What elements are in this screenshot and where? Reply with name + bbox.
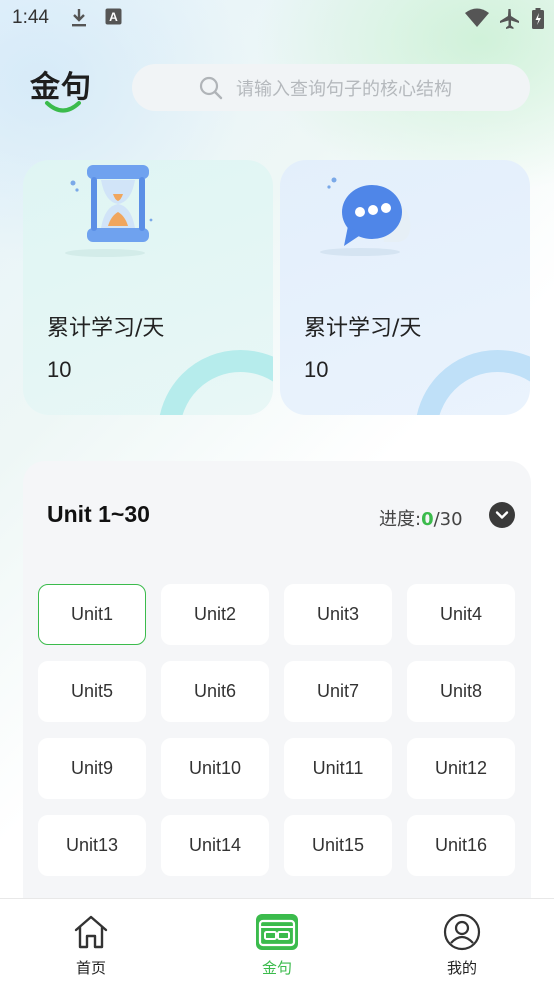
chevron-down-icon	[495, 511, 509, 519]
stat-value: 10	[47, 357, 72, 382]
card-icon	[256, 914, 298, 950]
nav-item-profile[interactable]: 我的	[412, 913, 512, 978]
stat-label: 累计学习/天	[304, 316, 422, 341]
search-input[interactable]: 请输入查询句子的核心结构	[132, 64, 530, 111]
unit-button[interactable]: Unit1	[38, 584, 146, 645]
battery-icon	[532, 8, 544, 29]
nav-label: 我的	[446, 959, 477, 977]
unit-button[interactable]: Unit15	[284, 815, 392, 876]
unit-button[interactable]: Unit6	[161, 661, 269, 722]
home-icon	[74, 915, 108, 949]
decorative-ring	[158, 350, 273, 415]
progress-label: 进度:	[379, 509, 422, 530]
wifi-icon	[465, 8, 489, 27]
unit-button[interactable]: Unit8	[407, 661, 515, 722]
search-placeholder: 请输入查询句子的核心结构	[236, 78, 452, 100]
unit-button[interactable]: Unit14	[161, 815, 269, 876]
logo-smile-icon	[45, 101, 81, 113]
unit-button[interactable]: Unit13	[38, 815, 146, 876]
profile-icon	[443, 913, 481, 951]
svg-text:A: A	[109, 10, 118, 24]
collapse-button[interactable]	[489, 502, 515, 528]
search-icon	[199, 76, 223, 99]
status-time: 1:44	[12, 7, 49, 28]
nav-label: 首页	[75, 959, 106, 977]
nav-item-home[interactable]: 首页	[41, 913, 141, 978]
unit-button[interactable]: Unit4	[407, 584, 515, 645]
status-bar: 1:44 A	[0, 0, 554, 38]
nav-label: 金句	[261, 959, 292, 977]
hourglass-icon	[65, 165, 153, 257]
progress-total: /30	[433, 509, 463, 530]
nav-item-sentences[interactable]: 金句	[227, 913, 327, 978]
unit-button[interactable]: Unit9	[38, 738, 146, 799]
app-logo: 金句	[30, 62, 96, 118]
unit-button[interactable]: Unit7	[284, 661, 392, 722]
stat-value: 10	[304, 357, 329, 382]
stat-label: 累计学习/天	[47, 316, 165, 341]
unit-button[interactable]: Unit2	[161, 584, 269, 645]
unit-button[interactable]: Unit3	[284, 584, 392, 645]
airplane-icon	[500, 9, 519, 29]
unit-grid: Unit1 Unit2 Unit3 Unit4 Unit5 Unit6 Unit…	[38, 584, 518, 876]
unit-button[interactable]: Unit5	[38, 661, 146, 722]
stat-card-study-days: 累计学习/天 10	[23, 160, 273, 415]
decorative-ring	[415, 350, 530, 415]
bottom-nav: 首页 金句 我的	[0, 898, 554, 984]
stat-card-study-days-2: 累计学习/天 10	[280, 160, 530, 415]
unit-button[interactable]: Unit10	[161, 738, 269, 799]
chat-bubble-icon	[320, 177, 411, 256]
progress-done: 0	[421, 509, 434, 530]
progress-text: 进度:0/30	[379, 505, 463, 531]
text-a-icon: A	[105, 8, 122, 25]
unit-button[interactable]: Unit12	[407, 738, 515, 799]
units-title: Unit 1~30	[47, 501, 150, 527]
download-icon	[72, 9, 86, 27]
unit-button[interactable]: Unit16	[407, 815, 515, 876]
unit-button[interactable]: Unit11	[284, 738, 392, 799]
